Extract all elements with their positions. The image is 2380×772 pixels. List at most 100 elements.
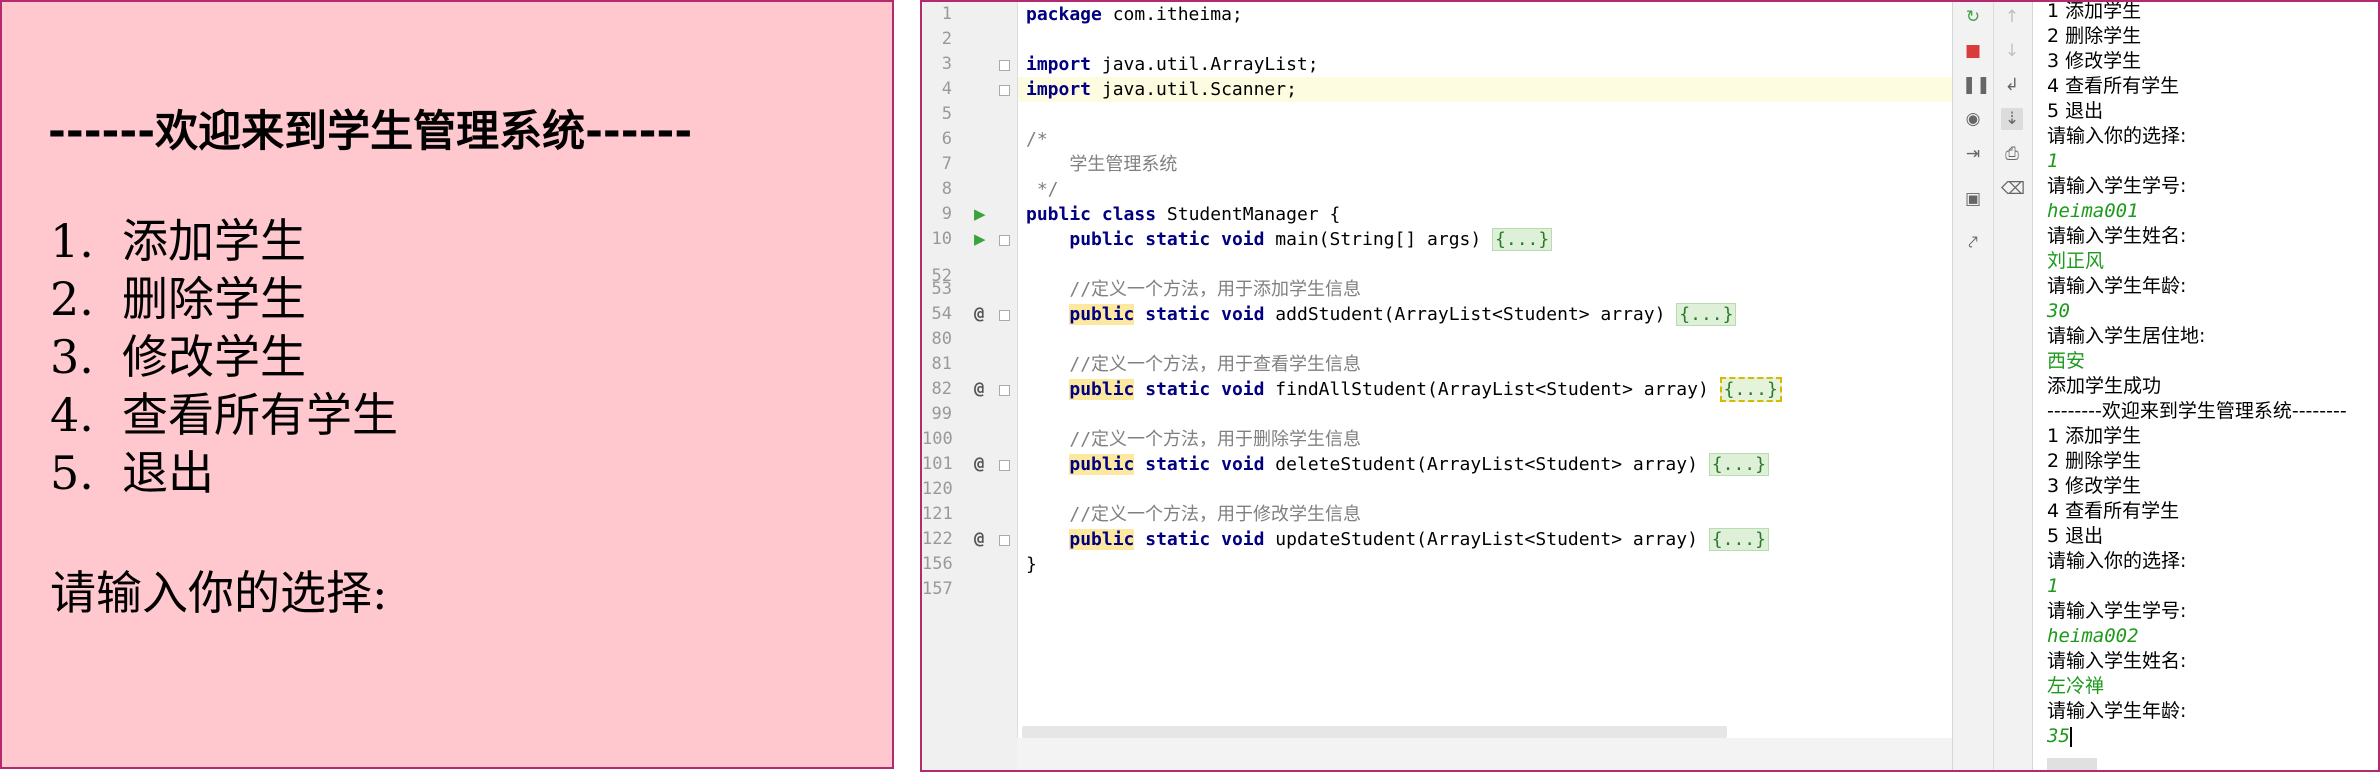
line-number: 8	[941, 179, 952, 199]
slide-menu-item: 3. 修改学生	[50, 328, 398, 386]
line-number: 156	[922, 554, 953, 574]
fold-marker-icon[interactable]	[999, 535, 1010, 546]
slide-title: ------欢迎来到学生管理系统------	[48, 107, 693, 157]
console-output-line: 5 退出	[2047, 100, 2104, 122]
code-comment: //定义一个方法，用于查看学生信息	[1069, 354, 1362, 375]
line-number: 122	[922, 529, 953, 549]
up-arrow-icon[interactable]: ↑	[2001, 6, 2023, 28]
console-output-line: 3 修改学生	[2047, 475, 2142, 497]
fold-marker-icon[interactable]	[999, 460, 1010, 471]
code-editor[interactable]: package com.itheima; import java.util.Ar…	[1017, 2, 2037, 770]
menu-number: 1.	[50, 214, 94, 268]
code-comment: //定义一个方法，用于添加学生信息	[1069, 279, 1362, 300]
slide-panel: ------欢迎来到学生管理系统------ 1. 添加学生 2. 删除学生 3. 修…	[0, 0, 894, 769]
line-number: 101	[922, 454, 953, 474]
fold-marker-icon[interactable]	[999, 85, 1010, 96]
folded-code-block[interactable]: {...}	[1708, 453, 1769, 476]
console-horizontal-scrollbar[interactable]	[2047, 758, 2097, 770]
console-input-line: 30	[2047, 300, 2070, 322]
line-number: 5	[941, 104, 952, 124]
console-input-line: heima001	[2047, 200, 2139, 222]
console-output-line: 4 查看所有学生	[2047, 75, 2180, 97]
console-output-line: 请输入学生居住地:	[2047, 325, 2206, 347]
console-output-line: 1 添加学生	[2047, 425, 2142, 447]
horizontal-scrollbar[interactable]	[1022, 726, 1727, 738]
menu-number: 3.	[50, 330, 94, 384]
pin-icon[interactable]: ⤤	[1962, 232, 1984, 254]
fold-marker-icon[interactable]	[999, 235, 1010, 246]
console-output-line: 添加学生成功	[2047, 375, 2162, 397]
menu-number: 2.	[50, 272, 94, 326]
run-toolbar: ↻ ■ ❚❚ ◉ ⇥ ▣ ⤤ ↑ ↓ ↲ ⇣ ⎙ ⌫	[1952, 2, 2033, 770]
code-comment: //定义一个方法，用于修改学生信息	[1069, 504, 1362, 525]
menu-number: 4.	[50, 388, 94, 442]
pause-icon[interactable]: ❚❚	[1962, 74, 1991, 96]
code-line: import java.util.Scanner;	[1026, 79, 1297, 100]
run-class-icon[interactable]: ▶	[974, 202, 986, 227]
console-output-line: 请输入学生姓名:	[2047, 225, 2187, 247]
code-line: public static void updateStudent(ArrayLi…	[1026, 527, 1769, 552]
stop-icon[interactable]: ■	[1962, 40, 1984, 62]
code-comment: */	[1026, 179, 1059, 200]
editor-bottom-bar	[1017, 738, 1952, 770]
code-comment: //定义一个方法，用于删除学生信息	[1069, 429, 1362, 450]
code-line: package com.itheima;	[1026, 4, 1243, 25]
toolbar-divider	[1993, 2, 1994, 770]
menu-label: 查看所有学生	[122, 388, 398, 442]
slide-menu-item: 1. 添加学生	[50, 212, 398, 270]
exit-icon[interactable]: ⇥	[1962, 143, 1984, 165]
code-line: public static void main(String[] args) {…	[1026, 227, 1553, 252]
console-input-line: 1	[2047, 150, 2059, 172]
console-input-line: 西安	[2047, 350, 2086, 372]
line-number: 9	[941, 204, 952, 224]
line-number: 4	[941, 79, 952, 99]
console-output-line: --------欢迎来到学生管理系统--------	[2047, 400, 2347, 422]
console-output-line: 4 查看所有学生	[2047, 500, 2180, 522]
folded-code-block[interactable]: {...}	[1708, 528, 1769, 551]
code-comment: 学生管理系统	[1026, 154, 1178, 175]
fold-marker-icon[interactable]	[999, 310, 1010, 321]
fold-marker-icon[interactable]	[999, 60, 1010, 71]
code-line: public static void addStudent(ArrayList<…	[1026, 302, 1737, 327]
line-number: 100	[922, 429, 953, 449]
rerun-icon[interactable]: ↻	[1962, 6, 1984, 28]
run-console[interactable]: 1 添加学生 2 删除学生 3 修改学生 4 查看所有学生 5 退出请输入你的选择: 1 请…	[2032, 0, 2378, 770]
layout-icon[interactable]: ▣	[1962, 188, 1984, 210]
folded-code-block-selected[interactable]: {...}	[1719, 377, 1782, 402]
scroll-to-end-icon[interactable]: ⇣	[2001, 108, 2023, 130]
console-output-line: 请输入学生年龄:	[2047, 275, 2187, 297]
slide-menu-list: 1. 添加学生 2. 删除学生 3. 修改学生 4. 查看所有学生 5. 退出	[50, 212, 398, 502]
annotation-icon: @	[974, 379, 985, 399]
menu-label: 修改学生	[122, 330, 306, 384]
clear-all-icon[interactable]: ⌫	[2001, 178, 2025, 200]
console-output-line: 请输入你的选择:	[2047, 550, 2187, 572]
console-input-line: heima002	[2047, 625, 2139, 647]
folded-code-block[interactable]: {...}	[1492, 228, 1553, 251]
editor-gutter: 1 2 3 4 5 6 7 8 9 10 52 53 54 80 81 82 9…	[922, 2, 1017, 770]
line-number: 2	[941, 29, 952, 49]
fold-marker-icon[interactable]	[999, 385, 1010, 396]
line-number: 82	[931, 379, 952, 399]
line-number: 7	[941, 154, 952, 174]
line-number: 80	[931, 329, 952, 349]
console-output-line: 请输入你的选择:	[2047, 125, 2187, 147]
code-comment: /*	[1026, 129, 1048, 150]
console-output-line: 2 删除学生	[2047, 25, 2142, 47]
dump-threads-icon[interactable]: ◉	[1962, 108, 1984, 130]
code-line: public static void findAllStudent(ArrayL…	[1026, 377, 1782, 402]
console-output-line: 1 添加学生	[2047, 0, 2142, 22]
down-arrow-icon[interactable]: ↓	[2001, 40, 2023, 62]
soft-wrap-icon[interactable]: ↲	[2001, 74, 2023, 96]
run-main-icon[interactable]: ▶	[974, 227, 986, 252]
console-output-line: 请输入学生学号:	[2047, 175, 2187, 197]
code-line: }	[1026, 554, 1037, 575]
console-output-line: 请输入学生姓名:	[2047, 650, 2187, 672]
ide-window: 1 2 3 4 5 6 7 8 9 10 52 53 54 80 81 82 9…	[920, 0, 2380, 772]
folded-code-block[interactable]: {...}	[1676, 303, 1737, 326]
line-number: 120	[922, 479, 953, 499]
slide-menu-item: 2. 删除学生	[50, 270, 398, 328]
print-icon[interactable]: ⎙	[2001, 143, 2023, 165]
console-output-line: 2 删除学生	[2047, 450, 2142, 472]
line-number: 10	[931, 229, 952, 249]
console-input-line: 1	[2047, 575, 2059, 597]
